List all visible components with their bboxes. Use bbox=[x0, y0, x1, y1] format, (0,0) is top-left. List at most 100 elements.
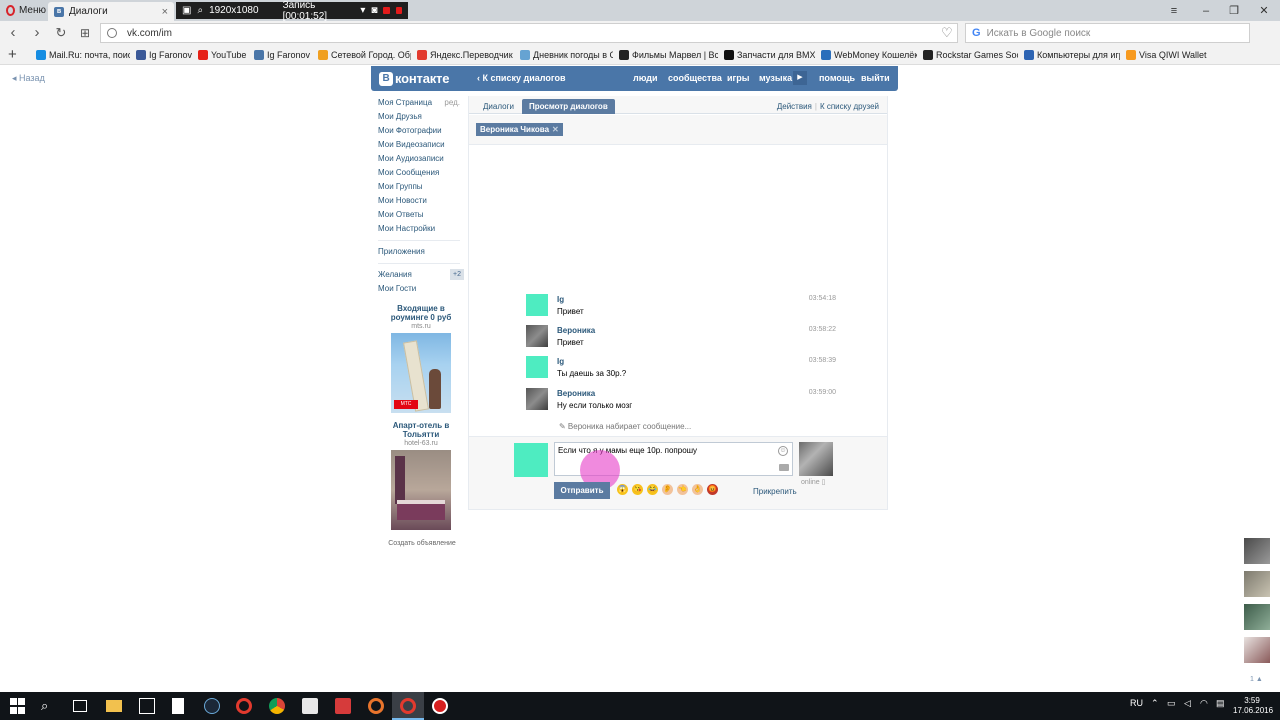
tab-close-icon[interactable]: × bbox=[162, 6, 168, 18]
menu-item[interactable]: Мои Настройки bbox=[378, 222, 466, 236]
media-player-icon[interactable] bbox=[368, 698, 384, 714]
opera-icon[interactable] bbox=[236, 698, 252, 714]
input-language[interactable]: RU bbox=[1130, 698, 1143, 708]
camera-icon[interactable] bbox=[779, 464, 789, 471]
recorder-search-icon[interactable]: ⌕ bbox=[197, 5, 203, 16]
bookmark-item[interactable]: Яндекс.Переводчик bbox=[417, 48, 513, 62]
message-author[interactable]: Вероника bbox=[557, 326, 595, 335]
bookmark-heart-icon[interactable]: ♡ bbox=[941, 25, 953, 41]
url-input[interactable]: vk.com/im bbox=[100, 23, 958, 43]
app-icon[interactable] bbox=[335, 698, 351, 714]
actions-link[interactable]: Действия bbox=[777, 102, 812, 111]
nav-people[interactable]: люди bbox=[633, 73, 658, 83]
music-play-icon[interactable]: ▶ bbox=[793, 71, 807, 85]
opera-menu-button[interactable]: Меню bbox=[0, 0, 46, 21]
menu-item-wishes[interactable]: Желания +2 bbox=[378, 268, 466, 282]
window-minimize-icon[interactable]: – bbox=[1192, 0, 1220, 21]
menu-item[interactable]: Мои Видеозаписи bbox=[378, 138, 466, 152]
nav-communities[interactable]: сообщества bbox=[668, 73, 722, 83]
friends-list-link[interactable]: К списку друзей bbox=[820, 102, 879, 111]
back-to-dialogs-link[interactable]: ‹ К списку диалогов bbox=[477, 73, 566, 83]
message-avatar[interactable] bbox=[526, 388, 548, 410]
menu-item[interactable]: Мои Сообщения bbox=[378, 166, 466, 180]
message-author[interactable]: Ig bbox=[557, 357, 564, 366]
menu-item-apps[interactable]: Приложения bbox=[378, 245, 466, 259]
chip-close-icon[interactable]: ✕ bbox=[552, 125, 559, 134]
message-avatar[interactable] bbox=[526, 294, 548, 316]
tab-view-dialogs[interactable]: Просмотр диалогов bbox=[522, 99, 615, 114]
recorder-window-icon[interactable]: ▣ bbox=[182, 5, 191, 16]
windows-start-icon[interactable] bbox=[10, 698, 26, 714]
menu-item-guests[interactable]: Мои Гости bbox=[378, 282, 466, 296]
bookmark-item[interactable]: Компьютеры для игр bbox=[1024, 48, 1120, 62]
volume-icon[interactable]: ◁ bbox=[1184, 698, 1191, 709]
bookmark-item[interactable]: Visa QIWI Wallet bbox=[1126, 48, 1207, 62]
bookmark-item[interactable]: YouTube bbox=[198, 48, 246, 62]
emoji-shortcut-icon[interactable]: 😡 bbox=[707, 484, 718, 495]
create-ad-link[interactable]: Создать объявление bbox=[378, 540, 466, 547]
recorder-dropdown-icon[interactable]: ▾ bbox=[360, 5, 365, 16]
add-bookmark-icon[interactable]: + bbox=[8, 46, 17, 63]
message-author[interactable]: Вероника bbox=[557, 389, 595, 398]
bookmark-item[interactable]: WebMoney Кошелёк bbox=[821, 48, 917, 62]
task-view-icon[interactable] bbox=[73, 700, 87, 712]
smile-icon[interactable]: ☺ bbox=[778, 446, 788, 456]
emoji-shortcut-icon[interactable]: 👌 bbox=[692, 484, 703, 495]
tray-expand-icon[interactable]: ⌃ bbox=[1151, 698, 1159, 709]
menu-item[interactable]: Моя Страница ред. bbox=[378, 96, 466, 110]
bookmark-item[interactable]: Дневник погоды в С bbox=[520, 48, 613, 62]
menu-item[interactable]: Мои Фотографии bbox=[378, 124, 466, 138]
menu-item[interactable]: Мои Друзья bbox=[378, 110, 466, 124]
bookmark-item[interactable]: Ig Faronov bbox=[254, 48, 310, 62]
google-search-input[interactable]: G Искать в Google поиск bbox=[965, 23, 1250, 43]
network-icon[interactable]: ▭ bbox=[1167, 698, 1176, 709]
chrome-icon[interactable] bbox=[269, 698, 285, 714]
store-icon[interactable] bbox=[139, 698, 155, 714]
peer-avatar[interactable] bbox=[799, 442, 833, 476]
calculator-icon[interactable] bbox=[302, 698, 318, 714]
tab-dialogs[interactable]: Диалоги bbox=[476, 99, 521, 114]
ad-hotel[interactable]: Апарт-отель в Тольятти hotel-63.ru bbox=[378, 421, 464, 530]
document-icon[interactable] bbox=[172, 698, 184, 714]
menu-item[interactable]: Мои Группы bbox=[378, 180, 466, 194]
taskbar-clock[interactable]: 3:59 17.06.2016 bbox=[1233, 696, 1273, 716]
ad-mts[interactable]: Входящие в роуминге 0 руб mts.ru МТС bbox=[378, 304, 464, 413]
file-explorer-icon[interactable] bbox=[106, 700, 122, 712]
bookmark-item[interactable]: Ig Faronov bbox=[136, 48, 192, 62]
notifications-icon[interactable]: ▤ bbox=[1216, 698, 1225, 709]
wifi-icon[interactable]: ◠ bbox=[1200, 698, 1208, 709]
vk-logo[interactable]: В контакте bbox=[379, 71, 449, 86]
window-close-icon[interactable]: ✕ bbox=[1250, 0, 1278, 21]
browser-menu-icon[interactable]: ≡ bbox=[1160, 0, 1188, 21]
emoji-shortcut-icon[interactable]: 👂 bbox=[662, 484, 673, 495]
edit-menu-link[interactable]: ред. bbox=[444, 96, 460, 110]
bookmark-item[interactable]: Сетевой Город. Образ bbox=[318, 48, 411, 62]
side-friend-avatar[interactable] bbox=[1244, 571, 1270, 597]
side-friend-avatar[interactable] bbox=[1244, 538, 1270, 564]
browser-tab[interactable]: в Диалоги × bbox=[48, 2, 174, 21]
nav-help[interactable]: помощь bbox=[819, 73, 855, 83]
side-friend-avatar[interactable] bbox=[1244, 637, 1270, 663]
recorder-icon[interactable] bbox=[432, 698, 448, 714]
menu-item[interactable]: Мои Новости bbox=[378, 194, 466, 208]
menu-item[interactable]: Мои Ответы bbox=[378, 208, 466, 222]
message-author[interactable]: Ig bbox=[557, 295, 564, 304]
send-button[interactable]: Отправить bbox=[554, 482, 610, 499]
peer-chip[interactable]: Вероника Чикова ✕ bbox=[476, 123, 563, 136]
bookmark-item[interactable]: Запчасти для BMX В bbox=[724, 48, 815, 62]
page-back-link[interactable]: ◂ Назад bbox=[12, 73, 45, 84]
message-avatar[interactable] bbox=[526, 325, 548, 347]
my-avatar[interactable] bbox=[514, 443, 548, 477]
window-maximize-icon[interactable]: ❐ bbox=[1220, 0, 1248, 21]
recorder-pause-icon[interactable] bbox=[383, 7, 390, 14]
side-friends-count[interactable]: 1 ▲ bbox=[1250, 676, 1263, 683]
side-friend-avatar[interactable] bbox=[1244, 604, 1270, 630]
nav-music[interactable]: музыка bbox=[759, 73, 792, 83]
steam-icon[interactable] bbox=[204, 698, 220, 714]
speed-dial-grid-icon[interactable]: ⊞ bbox=[77, 25, 93, 41]
attach-link[interactable]: Прикрепить bbox=[753, 487, 797, 496]
nav-games[interactable]: игры bbox=[727, 73, 749, 83]
back-arrow-icon[interactable]: ‹ bbox=[5, 25, 21, 41]
emoji-shortcut-icon[interactable]: 👈 bbox=[677, 484, 688, 495]
message-avatar[interactable] bbox=[526, 356, 548, 378]
